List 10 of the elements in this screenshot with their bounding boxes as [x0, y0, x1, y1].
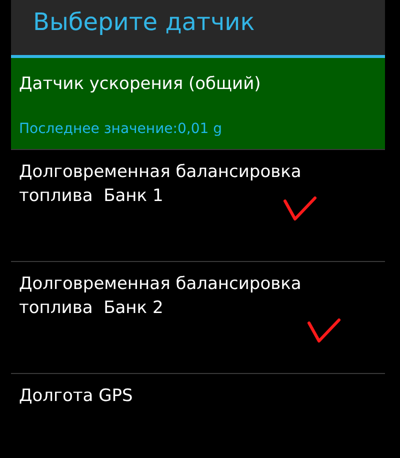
sensor-name: Долговременная балансировка топлива Банк 2	[19, 273, 302, 320]
sensor-list-item[interactable]: Долгота GPS	[11, 374, 385, 458]
sensor-list-item[interactable]: Долговременная балансировка топлива Банк 1	[11, 150, 385, 262]
sensor-list-item[interactable]: Датчик ускорения (общий) Последнее значение:0,01 g	[11, 58, 385, 150]
sensor-name: Долгота GPS	[19, 385, 134, 408]
sensor-list-item[interactable]: Долговременная балансировка топлива Банк 2	[11, 262, 385, 374]
sensor-name: Долговременная балансировка топлива Банк 1	[19, 161, 302, 208]
dialog-title: Выберите датчик	[33, 8, 255, 38]
sensor-name: Датчик ускорения (общий)	[19, 73, 262, 96]
last-value-text: Последнее значение:0,01 g	[19, 121, 224, 137]
